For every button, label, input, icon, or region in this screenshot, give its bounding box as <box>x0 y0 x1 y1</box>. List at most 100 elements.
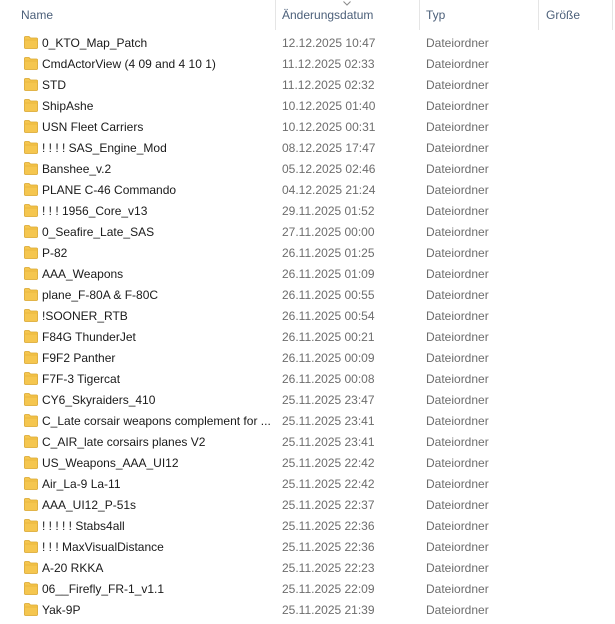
file-row[interactable]: 0_KTO_Map_Patch 12.12.2025 10:47 Dateiordn… <box>0 33 615 54</box>
folder-icon <box>24 246 38 259</box>
file-name: plane_F-80A & F-80C <box>42 288 159 302</box>
file-type: Dateiordner <box>426 225 489 239</box>
folder-icon <box>24 456 38 469</box>
file-type: Dateiordner <box>426 372 489 386</box>
file-name: CY6_Skyraiders_410 <box>42 393 156 407</box>
file-name: US_Weapons_AAA_UI12 <box>42 456 179 470</box>
file-row[interactable]: ShipAshe 10.12.2025 01:40 Dateiordner <box>0 96 615 117</box>
file-name: USN Fleet Carriers <box>42 120 144 134</box>
column-divider[interactable] <box>538 0 539 30</box>
folder-icon <box>24 372 38 385</box>
column-divider[interactable] <box>275 0 276 30</box>
file-name: A-20 RKKA <box>42 561 104 575</box>
file-type: Dateiordner <box>426 141 489 155</box>
folder-icon <box>24 351 38 364</box>
modified-date: 10.12.2025 01:40 <box>282 99 376 113</box>
file-type: Dateiordner <box>426 120 489 134</box>
file-row[interactable]: USN Fleet Carriers 10.12.2025 00:31 Dateio… <box>0 117 615 138</box>
file-name: ShipAshe <box>42 99 94 113</box>
file-row[interactable]: STD 11.12.2025 02:32 Dateiordner <box>0 75 615 96</box>
column-header-type[interactable]: Typ <box>426 0 445 30</box>
file-row[interactable]: Yak-9P 25.11.2025 21:39 Dateiordner <box>0 600 615 621</box>
file-list: 0_KTO_Map_Patch 12.12.2025 10:47 Dateiordn… <box>0 33 615 621</box>
file-name: Yak-9P <box>42 603 81 617</box>
file-row[interactable]: 06__Firefly_FR-1_v1.1 25.11.2025 22:09 Dat… <box>0 579 615 600</box>
modified-date: 26.11.2025 00:08 <box>282 372 375 386</box>
file-row[interactable]: ! ! ! MaxVisualDistance 25.11.2025 22:36 D… <box>0 537 615 558</box>
file-row[interactable]: ! ! ! ! ! Stabs4all 25.11.2025 22:36 Datei… <box>0 516 615 537</box>
file-row[interactable]: P-82 26.11.2025 01:25 Dateiordner <box>0 243 615 264</box>
file-type: Dateiordner <box>426 36 489 50</box>
folder-icon <box>24 36 38 49</box>
file-type: Dateiordner <box>426 162 489 176</box>
file-row[interactable]: F84G ThunderJet 26.11.2025 00:21 Dateiordn… <box>0 327 615 348</box>
file-row[interactable]: Banshee_v.2 05.12.2025 02:46 Dateiordner <box>0 159 615 180</box>
file-row[interactable]: A-20 RKKA 25.11.2025 22:23 Dateiordner <box>0 558 615 579</box>
column-divider[interactable] <box>419 0 420 30</box>
file-name: AAA_Weapons <box>42 267 124 281</box>
folder-icon <box>24 540 38 553</box>
file-row[interactable]: AAA_Weapons 26.11.2025 01:09 Dateiordner <box>0 264 615 285</box>
folder-icon <box>24 183 38 196</box>
file-type: Dateiordner <box>426 582 489 596</box>
file-type: Dateiordner <box>426 351 489 365</box>
folder-icon <box>24 477 38 490</box>
file-type: Dateiordner <box>426 330 489 344</box>
file-name: !SOONER_RTB <box>42 309 128 323</box>
column-header-name[interactable]: Name <box>21 0 53 30</box>
modified-date: 25.11.2025 23:41 <box>282 414 375 428</box>
column-header-bar: Name Änderungsdatum Typ Größe <box>0 0 615 30</box>
file-row[interactable]: F7F-3 Tigercat 26.11.2025 00:08 Dateiordne… <box>0 369 615 390</box>
modified-date: 11.12.2025 02:32 <box>282 78 375 92</box>
column-divider[interactable] <box>612 0 613 30</box>
file-row[interactable]: CmdActorView (4 09 and 4 10 1) 11.12.2025… <box>0 54 615 75</box>
file-row[interactable]: CY6_Skyraiders_410 25.11.2025 23:47 Dateio… <box>0 390 615 411</box>
modified-date: 26.11.2025 00:54 <box>282 309 375 323</box>
column-header-size[interactable]: Größe <box>546 0 580 30</box>
folder-icon <box>24 99 38 112</box>
file-row[interactable]: F9F2 Panther 26.11.2025 00:09 Dateiordner <box>0 348 615 369</box>
file-name: PLANE C-46 Commando <box>42 183 177 197</box>
folder-icon <box>24 603 38 616</box>
file-type: Dateiordner <box>426 204 489 218</box>
folder-icon <box>24 225 38 238</box>
file-type: Dateiordner <box>426 78 489 92</box>
file-row[interactable]: plane_F-80A & F-80C 26.11.2025 00:55 Datei… <box>0 285 615 306</box>
folder-icon <box>24 393 38 406</box>
folder-icon <box>24 288 38 301</box>
file-type: Dateiordner <box>426 309 489 323</box>
file-row[interactable]: US_Weapons_AAA_UI12 25.11.2025 22:42 Datei… <box>0 453 615 474</box>
file-row[interactable]: ! ! ! 1956_Core_v13 29.11.2025 01:52 Datei… <box>0 201 615 222</box>
modified-date: 26.11.2025 01:25 <box>282 246 375 260</box>
file-row[interactable]: PLANE C-46 Commando 04.12.2025 21:24 Datei… <box>0 180 615 201</box>
modified-date: 25.11.2025 23:41 <box>282 435 375 449</box>
file-row[interactable]: C_AIR_late corsairs planes V2 25.11.2025 … <box>0 432 615 453</box>
file-row[interactable]: !SOONER_RTB 26.11.2025 00:54 Dateiordner <box>0 306 615 327</box>
modified-date: 29.11.2025 01:52 <box>282 204 375 218</box>
folder-icon <box>24 414 38 427</box>
file-row[interactable]: 0_Seafire_Late_SAS 27.11.2025 00:00 Dateio… <box>0 222 615 243</box>
modified-date: 26.11.2025 00:21 <box>282 330 375 344</box>
modified-date: 25.11.2025 22:37 <box>282 498 375 512</box>
folder-icon <box>24 498 38 511</box>
file-name: Banshee_v.2 <box>42 162 112 176</box>
file-name: C_AIR_late corsairs planes V2 <box>42 435 206 449</box>
folder-icon <box>24 309 38 322</box>
file-row[interactable]: ! ! ! ! SAS_Engine_Mod 08.12.2025 17:47 Da… <box>0 138 615 159</box>
modified-date: 25.11.2025 22:23 <box>282 561 375 575</box>
file-type: Dateiordner <box>426 561 489 575</box>
file-row[interactable]: C_Late corsair weapons complement for ..… <box>0 411 615 432</box>
modified-date: 05.12.2025 02:46 <box>282 162 376 176</box>
modified-date: 11.12.2025 02:33 <box>282 57 375 71</box>
file-type: Dateiordner <box>426 498 489 512</box>
file-name: F84G ThunderJet <box>42 330 136 344</box>
file-name: ! ! ! ! SAS_Engine_Mod <box>42 141 167 155</box>
file-type: Dateiordner <box>426 519 489 533</box>
file-type: Dateiordner <box>426 540 489 554</box>
file-row[interactable]: Air_La-9 La-11 25.11.2025 22:42 Dateiordne… <box>0 474 615 495</box>
file-row[interactable]: AAA_UI12_P-51s 25.11.2025 22:37 Dateiordne… <box>0 495 615 516</box>
folder-icon <box>24 204 38 217</box>
file-type: Dateiordner <box>426 288 489 302</box>
file-type: Dateiordner <box>426 99 489 113</box>
column-header-date[interactable]: Änderungsdatum <box>282 0 373 30</box>
